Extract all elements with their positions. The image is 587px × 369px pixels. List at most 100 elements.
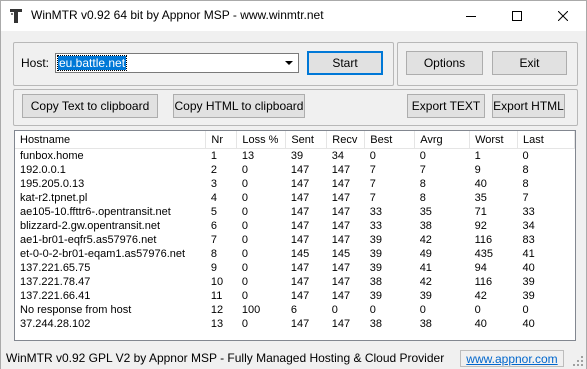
table-cell: 100 [241,304,261,316]
window-title: WinMTR v0.92 64 bit by Appnor MSP - www.… [31,8,324,22]
table-cell: 39 [369,248,383,260]
column-header-best[interactable]: Best [364,131,416,149]
table-cell: 147 [331,276,351,288]
host-label: Host: [21,56,50,70]
table-cell: 147 [290,276,310,288]
table-cell: 33 [522,206,535,218]
host-input[interactable]: eu.battle.net [56,55,128,71]
table-row[interactable]: 137.221.66.41 11 0 147 147 39 39 42 39 [15,289,575,303]
options-button[interactable]: Options [406,51,483,75]
table-row[interactable]: 192.0.0.1 2 0 147 147 7 7 9 8 [15,163,575,177]
table-cell: 147 [290,220,310,232]
table-cell: 0 [419,150,426,162]
column-header-loss[interactable]: Loss % [236,131,287,149]
results-list[interactable]: Hostname Nr Loss % Sent Recv Best Avrg Worst Las… [14,130,576,341]
table-cell: 0 [419,304,426,316]
results-table: Hostname Nr Loss % Sent Recv Best Avrg Worst Las… [15,131,575,331]
start-button[interactable]: Start [307,51,383,75]
table-cell: 7 [369,178,376,190]
table-cell: blizzard-2.gw.opentransit.net [20,220,161,232]
column-header-hostname[interactable]: Hostname [15,131,207,149]
table-cell: No response from host [20,304,132,316]
status-bar: WinMTR v0.92 GPL V2 by Appnor MSP - Full… [1,347,586,369]
close-icon [558,11,568,21]
table-cell: 147 [331,318,351,330]
copy-html-button[interactable]: Copy HTML to clipboard [173,94,305,118]
table-cell: kat-r2.tpnet.pl [20,192,88,204]
table-cell: 42 [419,276,432,288]
table-cell: 39 [369,262,383,274]
table-cell: 35 [419,206,432,218]
table-row[interactable]: ae1-br01-eqfr5.as57976.net 7 0 147 147 39 42 11… [15,233,575,247]
table-cell: 192.0.0.1 [20,164,66,176]
column-header-avrg[interactable]: Avrg [414,131,471,149]
table-row[interactable]: No response from host 12 100 6 0 0 0 0 0 [15,303,575,317]
table-row[interactable]: blizzard-2.gw.opentransit.net 6 0 147 147 33 3… [15,219,575,233]
table-row[interactable]: 137.221.78.47 10 0 147 147 38 42 116 39 [15,275,575,289]
resize-grip-icon[interactable] [572,355,584,367]
table-row[interactable]: 195.205.0.13 3 0 147 147 7 8 40 8 [15,177,575,191]
column-header-recv[interactable]: Recv [326,131,366,149]
close-button[interactable] [540,1,586,31]
table-cell: 38 [369,276,383,288]
table-cell: funbox.home [20,150,84,162]
column-header-last[interactable]: Last [517,131,575,149]
table-cell: 147 [290,234,310,246]
options-label: Options [423,56,466,70]
table-cell: 37.244.28.102 [20,318,91,330]
title-bar[interactable]: WinMTR v0.92 64 bit by Appnor MSP - www.… [1,1,586,31]
table-cell: 147 [290,318,310,330]
table-cell: 39 [290,150,304,162]
table-header-row: Hostname Nr Loss % Sent Recv Best Avrg Worst Las… [15,131,575,149]
export-text-button[interactable]: Export TEXT [407,94,485,118]
table-cell: 137.221.65.75 [20,262,91,274]
table-cell: 34 [331,150,345,162]
table-cell: 0 [522,150,529,162]
copy-text-button[interactable]: Copy Text to clipboard [22,94,158,118]
column-header-nr[interactable]: Nr [205,131,238,149]
host-dropdown-button[interactable] [281,55,297,71]
table-cell: 0 [241,318,248,330]
table-cell: 147 [290,178,310,190]
table-cell: 41 [522,248,535,260]
table-cell: 147 [331,290,351,302]
table-row[interactable]: et-0-0-2-br01-eqam1.as57976.net 8 0 145 145 3… [15,247,575,261]
table-cell: 0 [331,304,338,316]
table-row[interactable]: funbox.home 1 13 39 34 0 0 1 0 [15,149,575,164]
table-row[interactable]: 137.221.65.75 9 0 147 147 39 41 94 40 [15,261,575,275]
table-cell: 116 [474,276,493,288]
table-cell: 0 [241,192,248,204]
table-cell: 147 [290,192,310,204]
table-cell: 71 [474,206,487,218]
table-cell: 92 [474,220,487,232]
table-cell: 38 [419,318,432,330]
table-cell: 9 [474,164,481,176]
appnor-link[interactable]: www.appnor.com [460,350,564,367]
table-row[interactable]: ae105-10.ffttr6-.opentransit.net 5 0 147 147… [15,205,575,219]
export-html-button[interactable]: Export HTML [492,94,565,118]
host-combobox[interactable]: eu.battle.net [55,53,299,73]
table-cell: 83 [522,234,535,246]
table-row[interactable]: 37.244.28.102 13 0 147 147 38 38 40 40 [15,317,575,331]
table-cell: 147 [290,164,310,176]
table-row[interactable]: kat-r2.tpnet.pl 4 0 147 147 7 8 35 7 [15,191,575,205]
table-cell: 7 [369,164,376,176]
table-cell: 147 [331,262,351,274]
column-header-sent[interactable]: Sent [285,131,328,149]
table-cell: 13 [210,318,224,330]
table-cell: 9 [210,262,218,274]
minimize-button[interactable] [448,1,494,31]
table-cell: 0 [241,206,248,218]
table-cell: 0 [369,304,376,316]
table-cell: 147 [290,262,310,274]
table-cell: 40 [474,178,487,190]
table-cell: 3 [210,178,218,190]
maximize-button[interactable] [494,1,540,31]
exit-button[interactable]: Exit [492,51,567,75]
table-cell: 8 [419,192,426,204]
chevron-down-icon [285,60,293,65]
table-cell: 147 [290,290,310,302]
table-cell: ae1-br01-eqfr5.as57976.net [20,234,157,246]
column-header-worst[interactable]: Worst [469,131,519,149]
app-icon [10,9,22,23]
